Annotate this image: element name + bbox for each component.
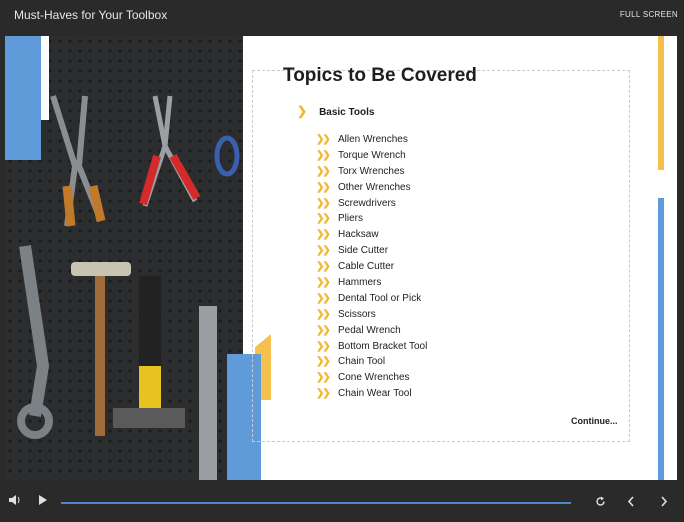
volume-icon[interactable] [9,495,21,508]
topic-item: ❯❯ Cable Cutter [316,261,427,277]
double-chevron-icon: ❯❯ [316,324,331,336]
topic-item: ❯❯ Torx Wrenches [316,166,427,182]
topic-label: Allen Wrenches [338,134,408,145]
progress-fill [61,502,571,504]
topic-list: ❯❯ Allen Wrenches ❯❯ Torque Wrench ❯❯ Torx Wr… [316,134,427,404]
topic-label: Other Wrenches [338,181,411,193]
topic-item: ❯❯ Cone Wrenches [316,372,427,388]
double-chevron-icon: ❯❯ [316,165,331,177]
topic-item: ❯❯ Hacksaw [316,229,427,245]
topic-label: Dental Tool or Pick [338,292,422,304]
topic-label: Hacksaw [338,229,379,241]
topic-label: Scissors [338,308,376,320]
progress-bar[interactable] [61,502,571,504]
double-chevron-icon: ❯❯ [316,229,331,241]
fullscreen-button[interactable]: FULL SCREEN [620,10,678,19]
decor-right-yellow-bar [658,36,664,170]
course-title: Must-Haves for Your Toolbox [14,8,168,22]
topic-label: Pliers [338,213,364,225]
section-header: ❯ Basic Tools [297,104,374,118]
double-chevron-icon: ❯❯ [316,308,331,320]
decor-white-strip [41,36,49,120]
slide-heading: Topics to Be Covered [283,65,477,86]
double-chevron-icon: ❯❯ [316,356,331,368]
topic-item: ❯❯ Chain Wear Tool [316,388,427,404]
topic-label: Cone Wrenches [338,372,410,384]
topic-item: ❯❯ Hammers [316,277,427,293]
double-chevron-icon: ❯❯ [316,292,331,304]
topic-item: ❯❯ Other Wrenches [316,182,427,198]
replay-icon[interactable] [595,496,606,510]
double-chevron-icon: ❯❯ [316,197,331,209]
topic-label: Side Cutter [338,245,389,257]
next-icon[interactable] [660,496,668,510]
chevron-right-icon: ❯ [297,104,308,118]
topic-label: Chain Wear Tool [338,388,412,400]
topic-item: ❯❯ Bottom Bracket Tool [316,341,427,357]
decor-blue-bar [5,36,41,160]
content-frame [252,70,630,442]
topic-label: Bottom Bracket Tool [338,340,428,352]
topic-label: Screwdrivers [338,197,396,209]
player-controls [0,480,684,522]
double-chevron-icon: ❯❯ [316,245,331,257]
continue-button[interactable]: Continue... [571,416,618,426]
double-chevron-icon: ❯❯ [316,149,331,161]
topic-item: ❯❯ Dental Tool or Pick [316,293,427,309]
topic-label: Cable Cutter [338,261,395,273]
topic-item: ❯❯ Scissors [316,309,427,325]
double-chevron-icon: ❯❯ [316,340,331,352]
title-bar: Must-Haves for Your Toolbox FULL SCREEN [0,0,684,36]
double-chevron-icon: ❯❯ [316,181,331,193]
topic-item: ❯❯ Torque Wrench [316,150,427,166]
double-chevron-icon: ❯❯ [316,261,331,273]
double-chevron-icon: ❯❯ [316,372,331,384]
double-chevron-icon: ❯❯ [316,277,331,289]
topic-item: ❯❯ Pedal Wrench [316,325,427,341]
double-chevron-icon: ❯❯ [316,388,331,400]
topic-label: Torx Wrenches [338,165,405,177]
topic-item: ❯❯ Side Cutter [316,245,427,261]
topic-item: ❯❯ Allen Wrenches [316,134,427,150]
topic-label: Hammers [338,277,382,289]
topic-label: Pedal Wrench [338,324,401,336]
play-icon[interactable] [38,495,48,508]
double-chevron-icon: ❯❯ [316,213,331,225]
topic-label: Chain Tool [338,356,386,368]
section-label: Basic Tools [319,107,375,118]
prev-icon[interactable] [627,496,635,510]
decor-right-blue-bar [658,198,664,480]
double-chevron-icon: ❯❯ [316,134,331,145]
topic-item: ❯❯ Pliers [316,213,427,229]
topic-item: ❯❯ Screwdrivers [316,198,427,214]
topic-label: Torque Wrench [338,149,406,161]
topic-item: ❯❯ Chain Tool [316,356,427,372]
